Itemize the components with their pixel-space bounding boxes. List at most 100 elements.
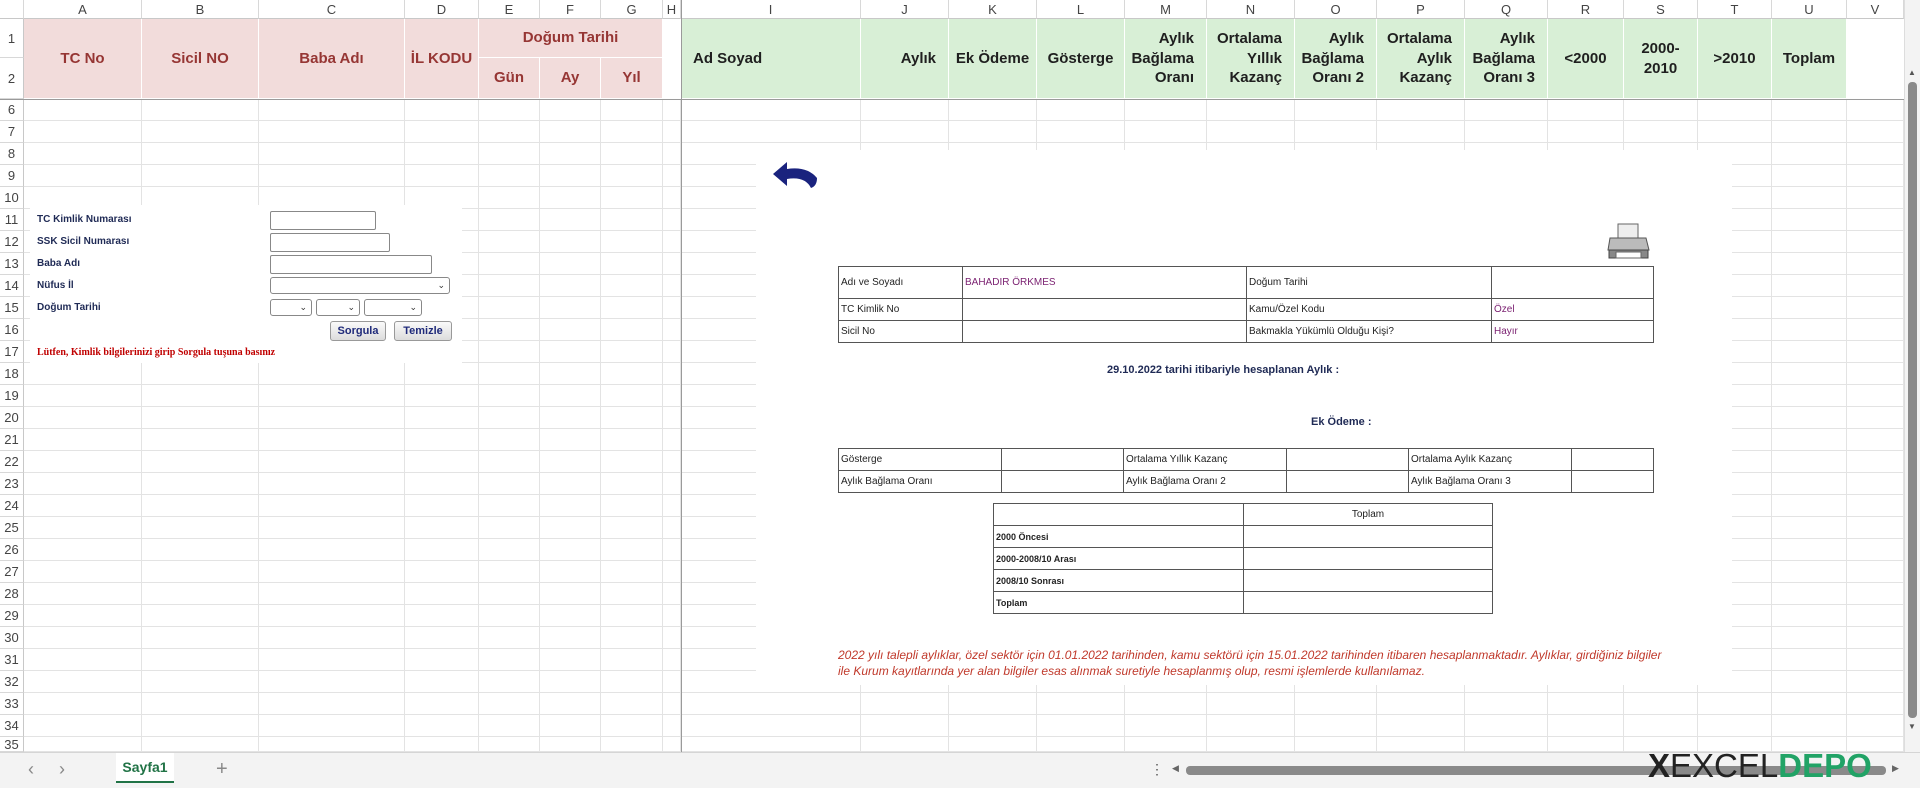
vertical-scroll-thumb[interactable] (1908, 82, 1917, 718)
vertical-scrollbar[interactable]: ▲ ▼ (1904, 0, 1920, 752)
column-header[interactable]: C (259, 0, 405, 19)
header-dogum-tarihi[interactable]: Doğum Tarihi (479, 19, 663, 58)
next-sheet-icon[interactable]: › (59, 759, 65, 780)
column-header[interactable]: Q (1465, 0, 1548, 19)
sheet-tab-sayfa1[interactable]: Sayfa1 (116, 753, 174, 783)
row-header[interactable]: 28 (0, 583, 24, 605)
column-header[interactable]: S (1624, 0, 1698, 19)
row-header[interactable]: 8 (0, 143, 24, 165)
header-ortalama-yillik-kazanc[interactable]: Ortalama Yıllık Kazanç (1207, 19, 1295, 99)
header-aylik[interactable]: Aylık (861, 19, 949, 99)
row-header[interactable]: 12 (0, 231, 24, 253)
dogum-ay-select[interactable]: ⌄ (316, 299, 360, 316)
header-ay[interactable]: Ay (540, 58, 601, 99)
row-header[interactable]: 23 (0, 473, 24, 495)
column-header[interactable]: F (540, 0, 601, 19)
row-header[interactable]: 26 (0, 539, 24, 561)
column-header[interactable]: U (1772, 0, 1847, 19)
column-header[interactable]: V (1847, 0, 1904, 19)
header-toplam[interactable]: Toplam (1772, 19, 1847, 99)
row-header[interactable]: 18 (0, 363, 24, 385)
column-header[interactable]: A (24, 0, 142, 19)
sorgula-button[interactable]: Sorgula (330, 321, 386, 341)
header-baba-adi[interactable]: Baba Adı (259, 19, 405, 99)
row-header[interactable]: 27 (0, 561, 24, 583)
column-header[interactable]: O (1295, 0, 1377, 19)
row-header[interactable]: 11 (0, 209, 24, 231)
row-header[interactable]: 14 (0, 275, 24, 297)
scroll-down-arrow[interactable]: ▼ (1908, 722, 1916, 731)
row-header[interactable]: 9 (0, 165, 24, 187)
column-header[interactable]: D (405, 0, 479, 19)
row-header[interactable]: 22 (0, 451, 24, 473)
column-header[interactable]: J (861, 0, 949, 19)
row-header[interactable]: 33 (0, 693, 24, 715)
dogum-yil-select[interactable]: ⌄ (364, 299, 422, 316)
nufus-label: Nüfus İl (37, 280, 74, 291)
header-lt2000[interactable]: <2000 (1548, 19, 1624, 99)
row-header[interactable]: 10 (0, 187, 24, 209)
add-sheet-button[interactable]: + (216, 758, 228, 781)
scroll-right-arrow[interactable]: ▶ (1892, 763, 1899, 774)
row-header[interactable]: 6 (0, 99, 24, 121)
scroll-left-arrow[interactable]: ◀ (1172, 763, 1179, 774)
column-header[interactable]: N (1207, 0, 1295, 19)
scroll-up-arrow[interactable]: ▲ (1908, 68, 1916, 77)
row-header[interactable]: 13 (0, 253, 24, 275)
row-header[interactable]: 35 (0, 737, 24, 752)
header-aylik-baglama-orani[interactable]: Aylık Bağlama Oranı (1125, 19, 1207, 99)
row-header[interactable]: 7 (0, 121, 24, 143)
baba-input[interactable] (270, 255, 432, 274)
row-header[interactable]: 21 (0, 429, 24, 451)
header-sicil-no[interactable]: Sicil NO (142, 19, 259, 99)
header-gosterge[interactable]: Gösterge (1037, 19, 1125, 99)
header-ortalama-aylik-kazanc[interactable]: Ortalama Aylık Kazanç (1377, 19, 1465, 99)
column-header[interactable]: K (949, 0, 1037, 19)
header-gun[interactable]: Gün (479, 58, 540, 99)
select-all-corner[interactable] (0, 0, 24, 19)
column-header[interactable]: E (479, 0, 540, 19)
row-header[interactable]: 15 (0, 297, 24, 319)
column-header[interactable]: B (142, 0, 259, 19)
header-aylik-baglama-orani-2[interactable]: Aylık Bağlama Oranı 2 (1295, 19, 1377, 99)
column-header[interactable]: T (1698, 0, 1772, 19)
header-ek-odeme[interactable]: Ek Ödeme (949, 19, 1037, 99)
dogum-gun-select[interactable]: ⌄ (270, 299, 312, 316)
tc-input[interactable] (270, 211, 376, 230)
row-header[interactable]: 17 (0, 341, 24, 363)
back-arrow-icon[interactable] (771, 160, 821, 190)
row-header[interactable]: 34 (0, 715, 24, 737)
row-header[interactable]: 31 (0, 649, 24, 671)
temizle-button[interactable]: Temizle (394, 321, 452, 341)
ssk-input[interactable] (270, 233, 390, 252)
row-header[interactable]: 24 (0, 495, 24, 517)
row-header[interactable]: 19 (0, 385, 24, 407)
header-gt2010[interactable]: >2010 (1698, 19, 1772, 99)
column-header[interactable]: L (1037, 0, 1125, 19)
row-header[interactable]: 16 (0, 319, 24, 341)
kamu-ozel-value: Özel (1491, 298, 1654, 321)
header-aylik-baglama-orani-3[interactable]: Aylık Bağlama Oranı 3 (1465, 19, 1548, 99)
row-header[interactable]: 20 (0, 407, 24, 429)
header-tc-no[interactable]: TC No (24, 19, 142, 99)
row-header[interactable]: 2 (0, 58, 24, 99)
nufus-select[interactable]: ⌄ (270, 277, 450, 294)
row-header[interactable]: 30 (0, 627, 24, 649)
row-header[interactable]: 29 (0, 605, 24, 627)
printer-icon[interactable] (1607, 222, 1651, 262)
column-header[interactable]: H (663, 0, 681, 19)
column-header[interactable]: I (681, 0, 861, 19)
header-2000-2010[interactable]: 2000-2010 (1624, 19, 1698, 99)
row-header[interactable]: 32 (0, 671, 24, 693)
more-options-icon[interactable]: ⋮ (1150, 761, 1164, 778)
column-header[interactable]: P (1377, 0, 1465, 19)
row-header[interactable]: 1 (0, 19, 24, 58)
prev-sheet-icon[interactable]: ‹ (28, 759, 34, 780)
row-header[interactable]: 25 (0, 517, 24, 539)
header-ad-soyad[interactable]: Ad Soyad (681, 19, 861, 99)
column-header[interactable]: M (1125, 0, 1207, 19)
header-yil[interactable]: Yıl (601, 58, 663, 99)
column-header[interactable]: R (1548, 0, 1624, 19)
column-header[interactable]: G (601, 0, 663, 19)
header-il-kodu[interactable]: İL KODU (405, 19, 479, 99)
